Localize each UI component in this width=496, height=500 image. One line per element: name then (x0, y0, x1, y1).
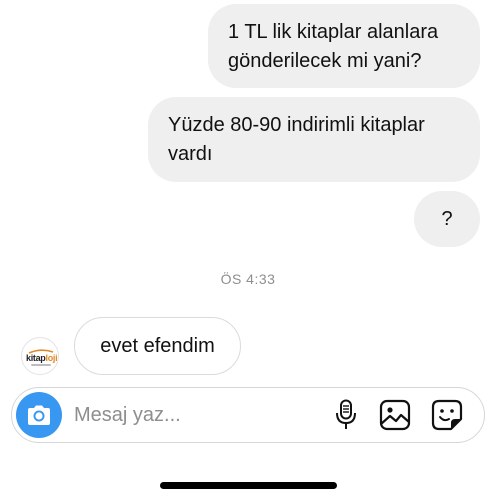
message-input[interactable] (74, 396, 314, 434)
sticker-icon (431, 399, 463, 431)
outgoing-message[interactable]: ? (414, 191, 480, 247)
avatar-logo: kitaploji (26, 353, 58, 363)
outgoing-message[interactable]: Yüzde 80-90 indirimli kitaplar vardı (148, 97, 480, 182)
logo-text-main: kitap (26, 353, 46, 363)
chat-screen: 1 TL lik kitaplar alanlara gönderilecek … (0, 0, 496, 500)
incoming-message[interactable]: evet efendim (74, 317, 241, 375)
message-composer (11, 387, 485, 443)
camera-icon (28, 405, 50, 425)
avatar[interactable]: kitaploji (21, 337, 59, 375)
outgoing-message[interactable]: 1 TL lik kitaplar alanlara gönderilecek … (208, 4, 480, 88)
logo-tagline (31, 364, 51, 366)
home-indicator[interactable] (160, 482, 337, 489)
sticker-button[interactable] (430, 398, 464, 432)
gallery-icon (379, 399, 411, 431)
gallery-button[interactable] (378, 398, 412, 432)
message-timestamp: ÖS 4:33 (220, 271, 276, 287)
logo-text-accent: loji (45, 353, 58, 363)
microphone-icon (336, 399, 356, 429)
voice-message-button[interactable] (329, 398, 363, 432)
camera-button[interactable] (16, 392, 62, 438)
